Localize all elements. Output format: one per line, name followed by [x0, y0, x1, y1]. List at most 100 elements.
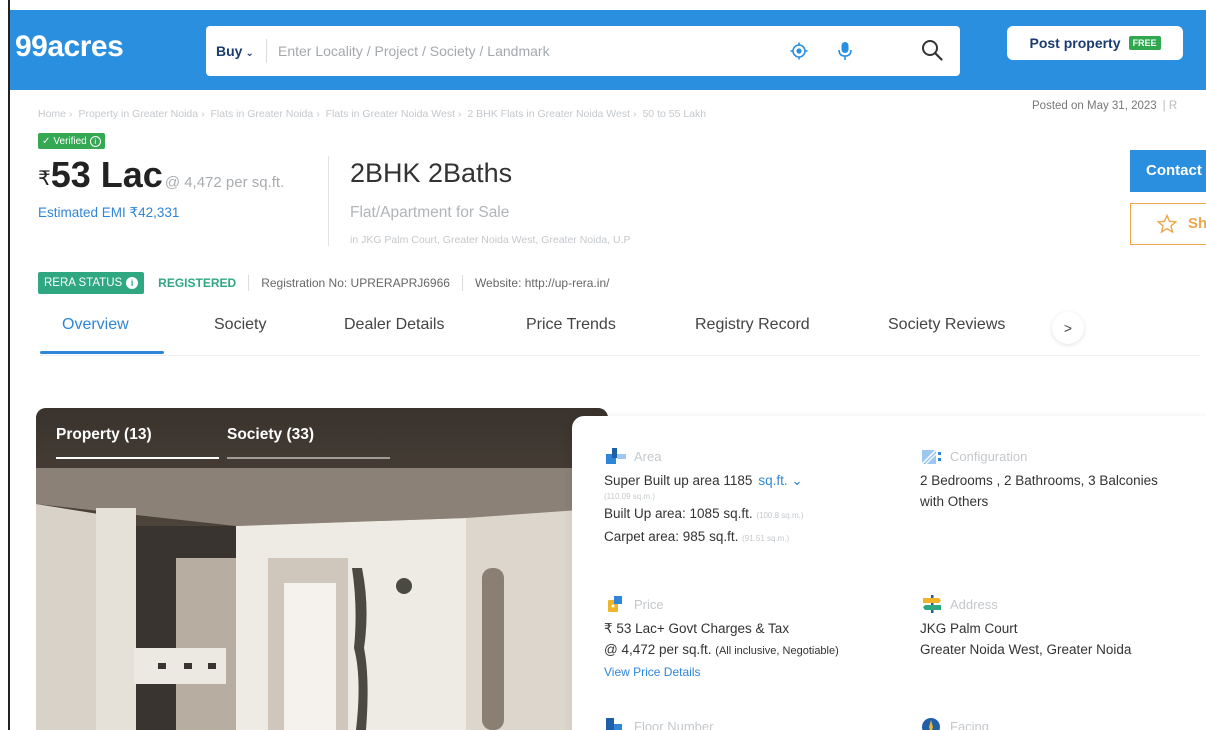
price-tag-icon — [608, 596, 622, 612]
configuration-line-2: with Others — [920, 494, 989, 509]
property-details-card: Area Super Built up area 1185 sq.ft. ⌄ (1… — [572, 416, 1206, 730]
info-icon[interactable]: i — [126, 277, 139, 289]
verified-label: Verified — [53, 135, 87, 147]
price-line-2: @ 4,472 per sq.ft. — [604, 642, 712, 657]
price-label: Price — [634, 597, 664, 612]
tab-overview[interactable]: Overview — [62, 316, 129, 334]
price-per-sqft: @ 4,472 per sq.ft. — [164, 174, 285, 191]
search-divider — [266, 39, 267, 63]
chevron-down-icon: ⌄ — [245, 48, 254, 59]
area-label: Area — [634, 449, 662, 464]
post-property-button[interactable]: Post property FREE — [1007, 26, 1183, 60]
carpet-area: Carpet area: 985 sq.ft. — [604, 529, 739, 544]
breadcrumb-item[interactable]: Flats in Greater Noida — [211, 108, 314, 120]
address-label: Address — [950, 597, 998, 612]
configuration-icon — [921, 449, 941, 465]
info-icon[interactable]: i — [89, 135, 101, 147]
facing-label: Facing — [950, 719, 990, 730]
price-line-1: ₹ 53 Lac+ Govt Charges & Tax — [604, 621, 790, 636]
microphone-icon[interactable] — [836, 40, 854, 62]
configuration-line-1: 2 Bedrooms , 2 Bathrooms, 3 Balconies — [920, 473, 1158, 488]
tab-society-photos[interactable]: Society (33) — [227, 426, 390, 459]
buy-dropdown[interactable]: Buy ⌄ — [216, 26, 254, 76]
price-note: (All inclusive, Negotiable) — [715, 645, 839, 657]
listing-title: 2BHK 2Baths — [350, 158, 513, 188]
address-line-1: JKG Palm Court — [920, 621, 1018, 636]
tab-registry-record[interactable]: Registry Record — [695, 316, 810, 334]
posted-date: Posted on May 31, 2023 | R — [1032, 100, 1177, 112]
price-value: 53 Lac — [50, 154, 163, 195]
buy-label: Buy — [216, 43, 243, 59]
breadcrumb-item[interactable]: Home — [38, 108, 66, 120]
super-built-up-sqm: (110.09 sq.m.) — [604, 492, 655, 501]
breadcrumb: Home › Property in Greater Noida › Flats i… — [38, 108, 707, 120]
tab-property-photos[interactable]: Property (13) — [56, 426, 219, 459]
check-icon: ✓ — [42, 135, 51, 147]
shortlist-button[interactable]: Sh — [1130, 203, 1206, 245]
contact-button[interactable]: Contact — [1130, 150, 1206, 192]
listing-subtitle: Flat/Apartment for Sale — [350, 204, 510, 221]
search-icon[interactable] — [920, 38, 944, 62]
signpost-icon — [923, 595, 941, 613]
address-line-2: Greater Noida West, Greater Noida — [920, 642, 1132, 657]
address-field: Address JKG Palm Court Greater Noida Wes… — [920, 594, 1131, 660]
floor-number-field: Floor Number — [604, 716, 713, 730]
estimated-emi-link[interactable]: Estimated EMI ₹42,331 — [38, 205, 179, 221]
site-logo[interactable]: 99acres — [15, 30, 124, 64]
floor-number-label: Floor Number — [634, 719, 714, 730]
area-icon — [606, 448, 626, 464]
unit-selector-label: sq.ft. — [758, 473, 788, 488]
verified-badge: ✓ Verified i — [38, 133, 105, 149]
tab-price-trends[interactable]: Price Trends — [526, 316, 616, 334]
divider — [248, 275, 250, 291]
rera-registered-status: REGISTERED — [158, 276, 237, 290]
breadcrumb-item[interactable]: Flats in Greater Noida West — [326, 108, 455, 120]
post-property-label: Post property — [1029, 35, 1121, 51]
chevron-down-icon: ⌄ — [791, 473, 803, 488]
posted-on-text: Posted on May 31, 2023 — [1032, 100, 1157, 112]
price-block: ₹53 Lac @ 4,472 per sq.ft. — [38, 154, 284, 196]
star-icon — [1157, 214, 1177, 234]
built-up-sqm: (100.8 sq.m.) — [756, 511, 804, 520]
shortlist-label: Sh — [1188, 215, 1206, 232]
page-frame-top — [0, 0, 1206, 10]
super-built-up-area: Super Built up area 1185 — [604, 473, 753, 488]
listing-location: in JKG Palm Court, Greater Noida West, G… — [350, 234, 631, 246]
active-tab-indicator — [40, 351, 164, 354]
floor-icon — [606, 718, 622, 730]
rera-status-badge: RERA STATUS i — [38, 272, 145, 294]
gallery-tabs: Property (13) Society (33) — [56, 426, 390, 459]
photo-gallery[interactable]: Property (13) Society (33) — [36, 408, 608, 730]
area-field: Area Super Built up area 1185 sq.ft. ⌄ (1… — [604, 446, 804, 549]
breadcrumb-item[interactable]: 50 to 55 Lakh — [642, 108, 706, 120]
breadcrumb-item[interactable]: 2 BHK Flats in Greater Noida West — [467, 108, 630, 120]
price-field: Price ₹ 53 Lac+ Govt Charges & Tax @ 4,4… — [604, 594, 839, 683]
chevron-right-icon[interactable]: > — [1052, 312, 1084, 344]
rupee-symbol: ₹ — [38, 168, 51, 190]
facing-field: Facing — [920, 716, 989, 730]
divider — [328, 156, 329, 246]
rera-status-label: RERA STATUS — [44, 277, 123, 289]
search-bar: Buy ⌄ — [206, 26, 960, 76]
search-input[interactable] — [278, 38, 758, 64]
tab-dealer-details[interactable]: Dealer Details — [344, 316, 444, 334]
view-price-details-link[interactable]: View Price Details — [604, 662, 839, 683]
rera-website[interactable]: Website: http://up-rera.in/ — [475, 276, 610, 290]
compass-icon — [922, 718, 940, 730]
section-tabs: Overview Society Dealer Details Price Tr… — [40, 306, 1200, 356]
divider — [461, 275, 463, 291]
rera-registration-number: Registration No: UPRERAPRJ6966 — [261, 276, 450, 290]
rera-row: RERA STATUS i REGISTERED Registration No… — [38, 271, 609, 295]
carpet-sqm: (91.51 sq.m.) — [742, 534, 790, 543]
built-up-area: Built Up area: 1085 sq.ft. — [604, 506, 753, 521]
tab-society[interactable]: Society — [214, 316, 266, 334]
tab-society-reviews[interactable]: Society Reviews — [888, 316, 1005, 334]
free-badge: FREE — [1128, 36, 1161, 50]
posted-bar: | R — [1162, 100, 1178, 112]
unit-selector[interactable]: sq.ft. ⌄ — [758, 473, 802, 488]
breadcrumb-item[interactable]: Property in Greater Noida — [78, 108, 198, 120]
page-frame-left — [0, 0, 10, 730]
configuration-field: Configuration 2 Bedrooms , 2 Bathrooms, … — [920, 446, 1158, 512]
location-target-icon[interactable] — [790, 42, 808, 60]
configuration-label: Configuration — [950, 449, 1028, 464]
